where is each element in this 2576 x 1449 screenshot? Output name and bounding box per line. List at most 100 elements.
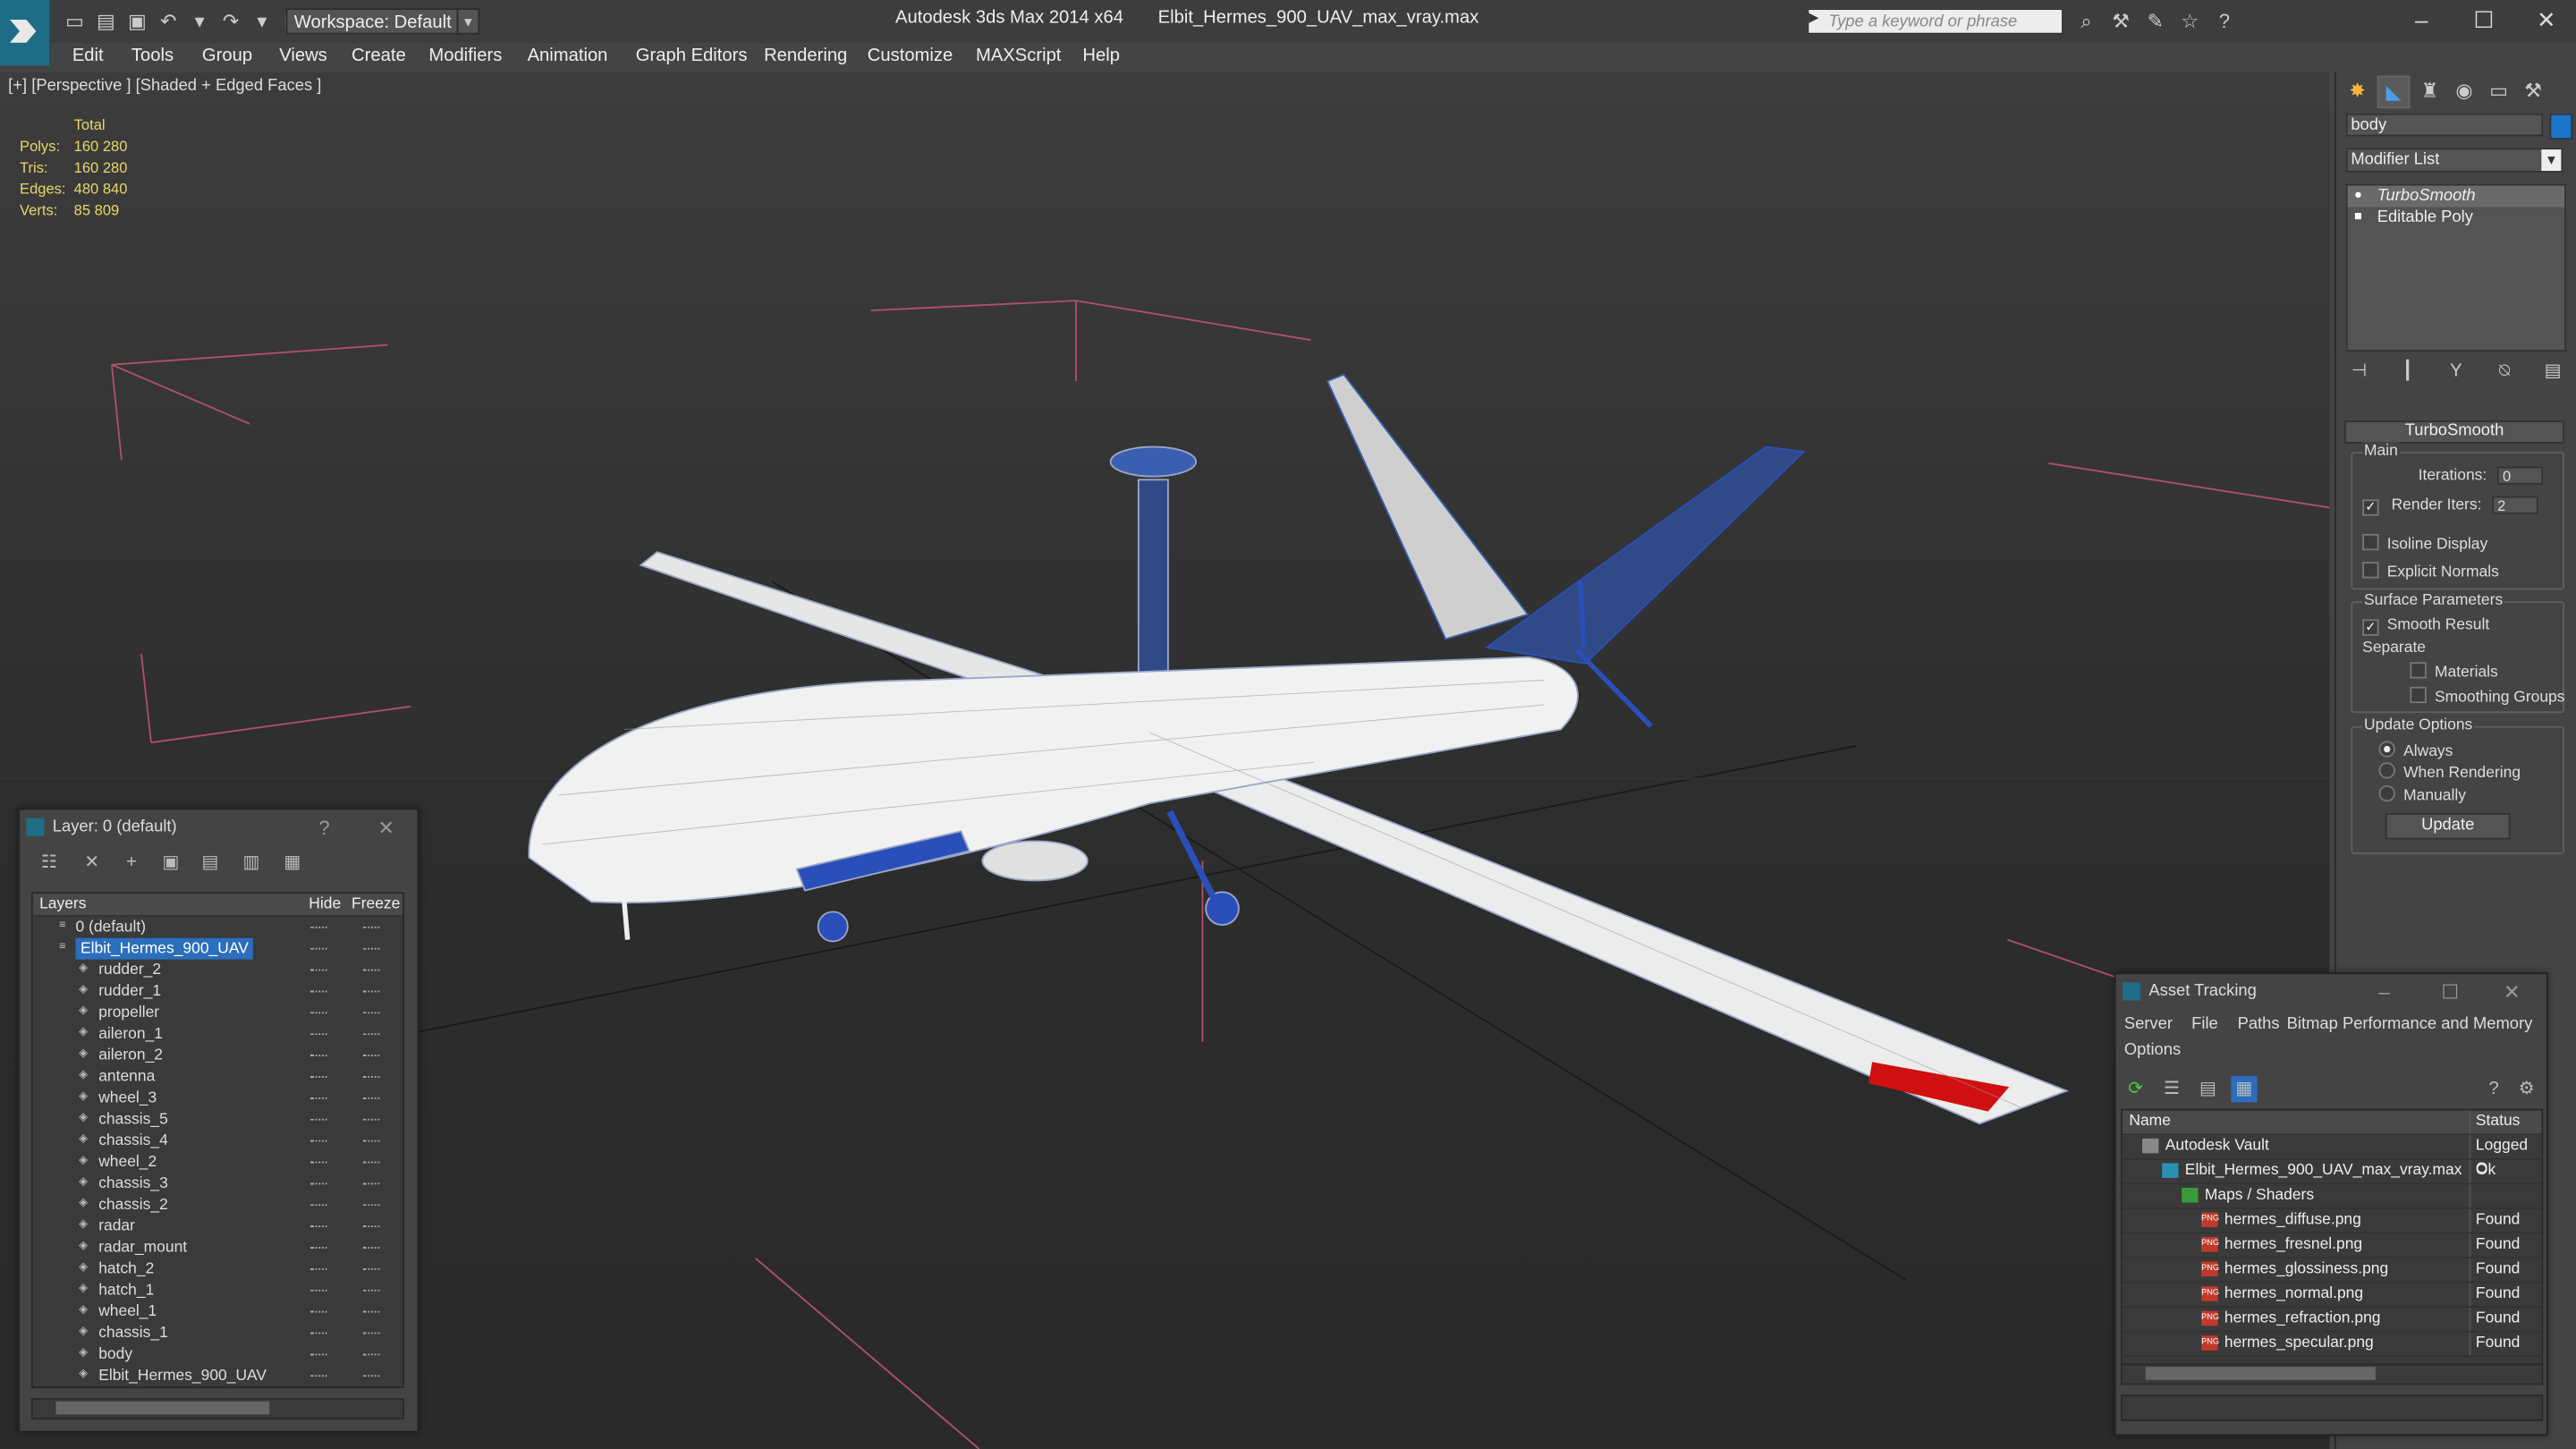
layer-row[interactable]: ◈ wheel_1 — [33, 1301, 402, 1323]
freeze-toggle[interactable] — [362, 1182, 380, 1186]
freeze-toggle[interactable] — [362, 990, 380, 995]
show-end-result-icon[interactable]: ┃ — [2394, 358, 2420, 384]
hide-toggle[interactable] — [310, 1204, 327, 1208]
help-icon[interactable]: ? — [2480, 1076, 2506, 1102]
freeze-toggle[interactable] — [362, 1055, 380, 1058]
freeze-toggle[interactable] — [362, 1332, 380, 1336]
hide-toggle[interactable] — [310, 1375, 327, 1378]
col-freeze[interactable]: Freeze — [352, 895, 400, 913]
hide-toggle[interactable] — [310, 1012, 327, 1015]
make-unique-icon[interactable]: Y — [2443, 358, 2469, 384]
configure-modifier-sets-icon[interactable]: ▤ — [2540, 358, 2566, 384]
hide-all-icon[interactable]: ▦ — [279, 850, 305, 876]
always-radio[interactable] — [2378, 741, 2395, 758]
freeze-toggle[interactable] — [362, 969, 380, 973]
app-logo-button[interactable] — [0, 0, 50, 66]
menu-modifiers[interactable]: Modifiers — [428, 46, 502, 65]
layer-row[interactable]: ◈ chassis_1 — [33, 1323, 402, 1344]
freeze-toggle[interactable] — [362, 1204, 380, 1208]
menu-views[interactable]: Views — [279, 46, 327, 65]
highlight-layer-icon[interactable]: ▥ — [238, 850, 264, 876]
hide-toggle[interactable] — [310, 1310, 327, 1315]
close-button[interactable]: ✕ — [2517, 4, 2576, 37]
hide-toggle[interactable] — [310, 1118, 327, 1123]
layer-row[interactable]: ◈ hatch_1 — [33, 1280, 402, 1301]
layer-row[interactable]: ◈ radar — [33, 1216, 402, 1237]
asset-row[interactable]: PNG hermes_refraction.png Found — [2123, 1308, 2542, 1333]
freeze-toggle[interactable] — [362, 1289, 380, 1293]
hide-toggle[interactable] — [310, 1076, 327, 1080]
asset-row[interactable]: PNG hermes_normal.png Found — [2123, 1283, 2542, 1309]
freeze-toggle[interactable] — [362, 926, 380, 930]
refresh-icon[interactable]: ⟳ — [2123, 1076, 2148, 1102]
tree-view-icon[interactable]: ▤ — [2195, 1076, 2221, 1102]
expand-plus-icon[interactable]: ■ — [2354, 209, 2368, 224]
layer-row[interactable]: ◈ propeller — [33, 1002, 402, 1023]
col-name[interactable]: Name — [2129, 1111, 2171, 1134]
binoculars-icon[interactable]: ⌕ — [2073, 10, 2099, 33]
open-file-icon[interactable]: ▤ — [94, 10, 119, 33]
freeze-toggle[interactable] — [362, 1140, 380, 1144]
freeze-toggle[interactable] — [362, 1310, 380, 1315]
favorites-star-icon[interactable]: ☆ — [2177, 10, 2203, 33]
hide-toggle[interactable] — [310, 1332, 327, 1336]
layer-row[interactable]: ◈ hatch_2 — [33, 1258, 402, 1280]
motion-tab-icon[interactable]: ◉ — [2450, 75, 2479, 105]
layer-row[interactable]: ◈ wheel_2 — [33, 1152, 402, 1174]
redo-icon[interactable]: ↷ — [218, 10, 243, 33]
hide-toggle[interactable] — [310, 1182, 327, 1186]
modify-tab-icon[interactable]: ◣ — [2377, 75, 2411, 109]
layer-row[interactable]: ◈ rudder_1 — [33, 981, 402, 1003]
layer-window-titlebar[interactable]: Layer: 0 (default) ? ✕ — [20, 809, 417, 845]
freeze-toggle[interactable] — [362, 1225, 380, 1229]
communication-icon[interactable]: ✎ — [2142, 10, 2168, 33]
redo-dropdown-icon[interactable]: ▾ — [250, 10, 275, 33]
render-iters-checkbox[interactable]: ✓ — [2362, 499, 2379, 516]
undo-dropdown-icon[interactable]: ▾ — [187, 10, 212, 33]
layer-row[interactable]: ◈ chassis_4 — [33, 1131, 402, 1152]
freeze-toggle[interactable] — [362, 1267, 380, 1272]
table-view-icon[interactable]: ▦ — [2231, 1076, 2258, 1103]
asset-row[interactable]: PNG hermes_glossiness.png Found — [2123, 1258, 2542, 1284]
explicit-normals-checkbox[interactable] — [2362, 562, 2379, 579]
when-rendering-radio[interactable] — [2378, 762, 2395, 779]
hide-toggle[interactable] — [310, 947, 327, 952]
help-icon[interactable]: ? — [2211, 10, 2237, 33]
layer-row[interactable]: ◈ chassis_3 — [33, 1173, 402, 1194]
hide-toggle[interactable] — [310, 969, 327, 973]
layer-row[interactable]: ◈ chassis_2 — [33, 1194, 402, 1216]
iterations-spinner[interactable]: 0 — [2497, 466, 2544, 485]
layer-row[interactable]: ◈ aileron_1 — [33, 1023, 402, 1045]
manually-radio[interactable] — [2378, 784, 2395, 802]
display-tab-icon[interactable]: ▭ — [2484, 75, 2513, 105]
layer-row[interactable]: ◈ wheel_3 — [33, 1088, 402, 1109]
asset-menu-paths[interactable]: Paths — [2238, 1015, 2280, 1033]
freeze-toggle[interactable] — [362, 1097, 380, 1101]
asset-menu-file[interactable]: File — [2191, 1015, 2218, 1033]
menu-maxscript[interactable]: MAXScript — [976, 46, 1061, 65]
asset-row[interactable]: PNG hermes_diffuse.png Found — [2123, 1208, 2542, 1234]
update-button[interactable]: Update — [2385, 813, 2511, 840]
close-icon[interactable]: ✕ — [2504, 974, 2520, 1010]
viewport-label[interactable]: [+] [Perspective ] [Shaded + Edged Faces… — [8, 77, 321, 95]
freeze-toggle[interactable] — [362, 1012, 380, 1015]
menu-customize[interactable]: Customize — [868, 46, 953, 65]
scroll-thumb[interactable] — [2145, 1367, 2376, 1380]
select-layer-icon[interactable]: ▤ — [197, 850, 223, 876]
search-input[interactable]: Type a keyword or phrase — [1807, 8, 2063, 35]
close-icon[interactable]: ✕ — [377, 809, 394, 845]
freeze-toggle[interactable] — [362, 1033, 380, 1037]
asset-row[interactable]: Elbit_Hermes_900_UAV_max_vray.max Ok — [2123, 1159, 2542, 1185]
object-name-field[interactable]: body — [2345, 113, 2544, 137]
asset-window-titlebar[interactable]: Asset Tracking – ☐ ✕ — [2116, 974, 2546, 1010]
menu-group[interactable]: Group — [202, 46, 252, 65]
layer-row[interactable]: ◈ Elbit_Hermes_900_UAV — [33, 1365, 402, 1386]
help-icon[interactable]: ? — [318, 809, 329, 845]
search-expand-icon[interactable]: ▶ — [1809, 10, 1822, 33]
stack-item-turbosmooth[interactable]: ● TurboSmooth — [2347, 185, 2565, 208]
asset-menu-bitmap[interactable]: Bitmap Performance and Memory — [2287, 1015, 2533, 1033]
minimize-button[interactable]: – — [2392, 4, 2451, 37]
rollout-header[interactable]: TurboSmooth — [2343, 420, 2565, 444]
object-color-swatch[interactable] — [2549, 113, 2573, 140]
layer-row[interactable]: ◈ aileron_2 — [33, 1045, 402, 1066]
